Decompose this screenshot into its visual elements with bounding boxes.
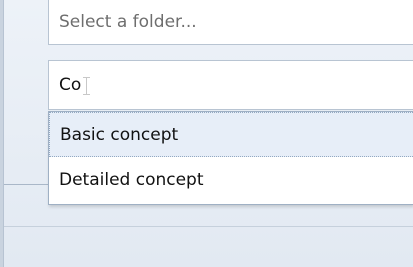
text-cursor-icon [82, 75, 92, 95]
footer-divider [4, 226, 413, 227]
name-input[interactable]: Co [48, 60, 413, 110]
folder-select-placeholder: Select a folder... [59, 11, 197, 32]
suggestion-detailed-concept[interactable]: Detailed concept [49, 157, 413, 202]
name-input-value: Co [59, 74, 82, 95]
suggestion-label: Basic concept [60, 124, 179, 145]
suggestion-label: Detailed concept [59, 169, 204, 190]
folder-select[interactable]: Select a folder... [48, 0, 413, 45]
autocomplete-dropdown: Basic concept Detailed concept [48, 111, 413, 205]
suggestion-basic-concept[interactable]: Basic concept [49, 112, 413, 157]
